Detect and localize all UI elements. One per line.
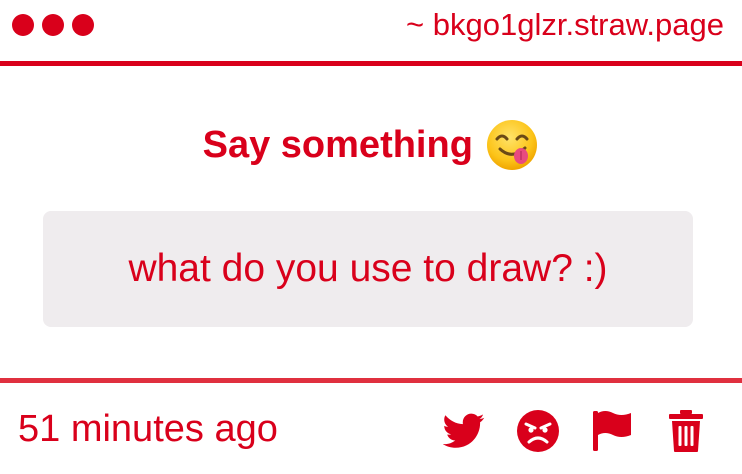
window-dot-3: [72, 14, 94, 36]
page-title: Say something: [202, 124, 473, 166]
trash-icon: [669, 410, 703, 452]
title-row: Say something: [0, 118, 742, 172]
window-dot-1: [12, 14, 34, 36]
site-url-link[interactable]: ~ bkgo1glzr.straw.page: [406, 6, 724, 44]
twitter-share-button[interactable]: [442, 409, 486, 453]
message-box: what do you use to draw? :): [43, 211, 693, 327]
window-header: ~ bkgo1glzr.straw.page: [0, 0, 742, 66]
window-dot-2: [42, 14, 64, 36]
twitter-icon: [443, 413, 485, 448]
post-footer: 51 minutes ago: [0, 378, 742, 474]
angry-face-icon: [517, 410, 559, 452]
message-text: what do you use to draw? :): [128, 247, 608, 290]
post-card: ~ bkgo1glzr.straw.page Say something wha…: [0, 0, 742, 474]
action-bar: [442, 409, 708, 453]
report-button[interactable]: [590, 409, 634, 453]
delete-button[interactable]: [664, 409, 708, 453]
face-savoring-food-icon: [485, 118, 539, 172]
window-dots: [12, 14, 94, 36]
angry-react-button[interactable]: [516, 409, 560, 453]
timestamp: 51 minutes ago: [18, 408, 278, 450]
flag-icon: [593, 411, 631, 451]
